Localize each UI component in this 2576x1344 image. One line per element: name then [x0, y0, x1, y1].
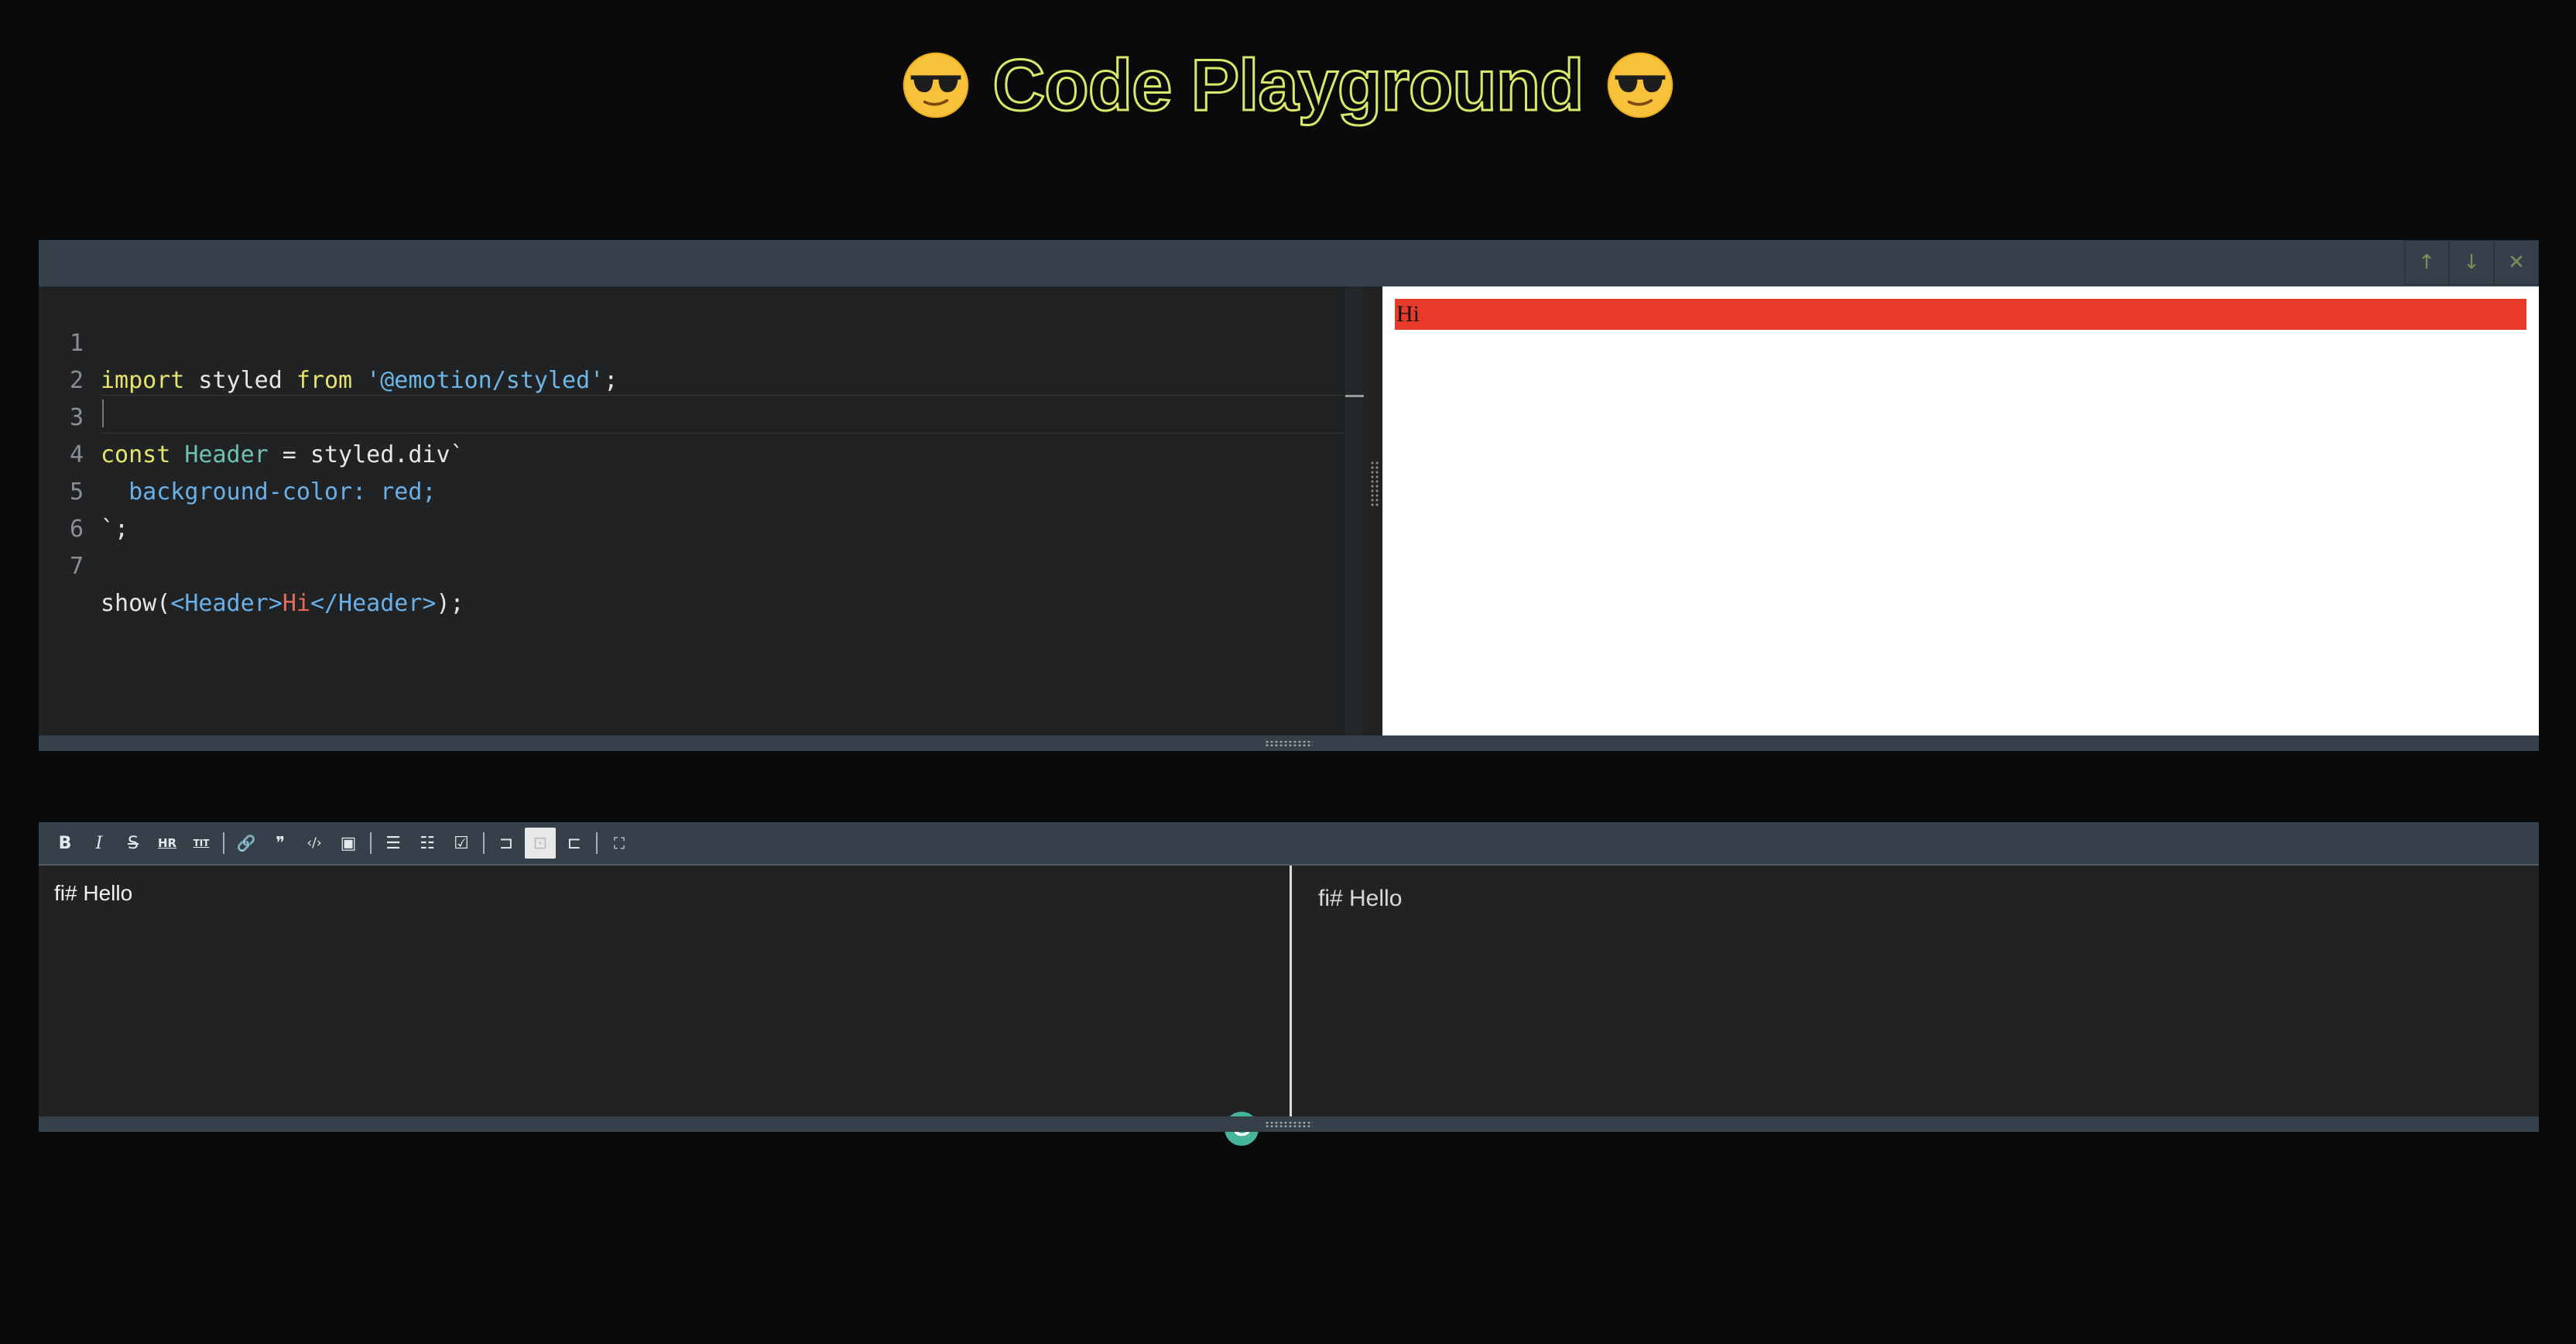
strikethrough-button[interactable]: S	[118, 828, 149, 859]
arrow-down-icon: ↓	[2463, 251, 2480, 274]
markdown-preview-text: fi# Hello	[1318, 886, 1403, 911]
code-line: 4 background-color: red;	[39, 399, 437, 506]
code-line: 6	[39, 474, 122, 543]
italic-icon: I	[95, 833, 103, 853]
resize-grip-icon[interactable]	[1265, 1121, 1313, 1128]
ordered-list-button[interactable]: ☷	[412, 828, 443, 859]
scrollbar-marker	[1345, 395, 1364, 397]
code-line-text: show(<Header>Hi</Header>);	[101, 590, 464, 617]
playground-resize-bar[interactable]	[39, 735, 2539, 751]
italic-button[interactable]: I	[84, 828, 115, 859]
toolbar-separator	[483, 832, 485, 854]
fullscreen-icon: ⛶	[614, 834, 625, 852]
preview-only-button[interactable]: ⊏	[559, 828, 590, 859]
code-line-text: import styled from '@emotion/styled';	[101, 367, 618, 394]
preview-only-icon: ⊏	[567, 833, 582, 853]
code-playground: ↑ ↓ ✕ 1 import styled from '@emotion/sty…	[39, 240, 2539, 751]
move-down-button[interactable]: ↓	[2449, 240, 2494, 285]
splitter-grip-icon[interactable]	[1370, 461, 1379, 507]
split-view-button[interactable]: ⊡	[525, 828, 556, 859]
page-title: Code Playground	[992, 43, 1585, 127]
hr-button[interactable]: HR	[152, 828, 183, 859]
page-header: Code Playground	[0, 39, 2576, 132]
live-preview: Hi	[1382, 286, 2539, 735]
code-line-text: const Header = styled.div`	[101, 441, 464, 468]
code-line-text: background-color: red;	[101, 478, 437, 506]
image-icon: ▣	[340, 833, 357, 853]
strikethrough-icon: S	[128, 833, 139, 853]
unordered-list-icon: ☰	[385, 833, 401, 853]
code-line: 7 show(<Header>Hi</Header>);	[39, 511, 464, 617]
quote-button[interactable]: ❞	[265, 828, 296, 859]
editor-scrollbar[interactable]	[1344, 286, 1363, 735]
markdown-editor: B I S HR TIT 🔗 ❞ ‹/› ▣ ☰ ☷ ☑ ⊐ ⊡ ⊏ ⛶ fi#…	[39, 822, 2539, 1146]
close-button[interactable]: ✕	[2494, 240, 2539, 285]
markdown-toolbar: B I S HR TIT 🔗 ❞ ‹/› ▣ ☰ ☷ ☑ ⊐ ⊡ ⊏ ⛶	[39, 822, 2539, 866]
image-button[interactable]: ▣	[333, 828, 364, 859]
fullscreen-button[interactable]: ⛶	[604, 828, 635, 859]
code-line: 1 import styled from '@emotion/styled';	[39, 288, 618, 394]
toolbar-separator	[223, 832, 224, 854]
preview-header: Hi	[1395, 299, 2526, 330]
playground-toolbar: ↑ ↓ ✕	[39, 240, 2539, 286]
markdown-source-pane[interactable]: fi# Hello G	[39, 866, 1290, 1146]
task-list-icon: ☑	[454, 833, 469, 853]
sunglasses-face-icon	[1607, 52, 1673, 118]
task-list-button[interactable]: ☑	[446, 828, 477, 859]
code-button[interactable]: ‹/›	[299, 828, 330, 859]
code-line: 2	[39, 325, 122, 394]
markdown-preview-pane: fi# Hello	[1292, 866, 2539, 1116]
toolbar-separator	[596, 832, 598, 854]
split-view-icon: ⊡	[533, 833, 548, 853]
close-icon: ✕	[2508, 251, 2525, 274]
hr-icon: HR	[157, 836, 177, 850]
move-up-button[interactable]: ↑	[2404, 240, 2449, 285]
link-icon: 🔗	[236, 834, 256, 852]
code-editor[interactable]: 1 import styled from '@emotion/styled'; …	[39, 286, 1364, 735]
arrow-up-icon: ↑	[2418, 251, 2435, 274]
title-button[interactable]: TIT	[186, 828, 217, 859]
link-button[interactable]: 🔗	[231, 828, 262, 859]
bold-button[interactable]: B	[50, 828, 80, 859]
code-icon: ‹/›	[307, 835, 322, 851]
unordered-list-button[interactable]: ☰	[378, 828, 409, 859]
sunglasses-face-icon	[903, 52, 969, 118]
line-number: 7	[69, 553, 84, 580]
active-line-highlight	[101, 395, 1362, 434]
bold-icon: B	[58, 833, 72, 853]
code-line: 3 const Header = styled.div`	[39, 362, 464, 468]
code-line: 5 `;	[39, 437, 128, 543]
editor-only-button[interactable]: ⊐	[491, 828, 522, 859]
quote-icon: ❞	[276, 833, 285, 853]
title-icon: TIT	[193, 838, 210, 849]
markdown-resize-bar[interactable]	[39, 1116, 2539, 1132]
markdown-source-text[interactable]: fi# Hello	[54, 881, 132, 906]
ordered-list-icon: ☷	[420, 833, 435, 853]
editor-only-icon: ⊐	[498, 833, 514, 853]
resize-grip-icon[interactable]	[1265, 740, 1313, 747]
toolbar-separator	[370, 832, 372, 854]
